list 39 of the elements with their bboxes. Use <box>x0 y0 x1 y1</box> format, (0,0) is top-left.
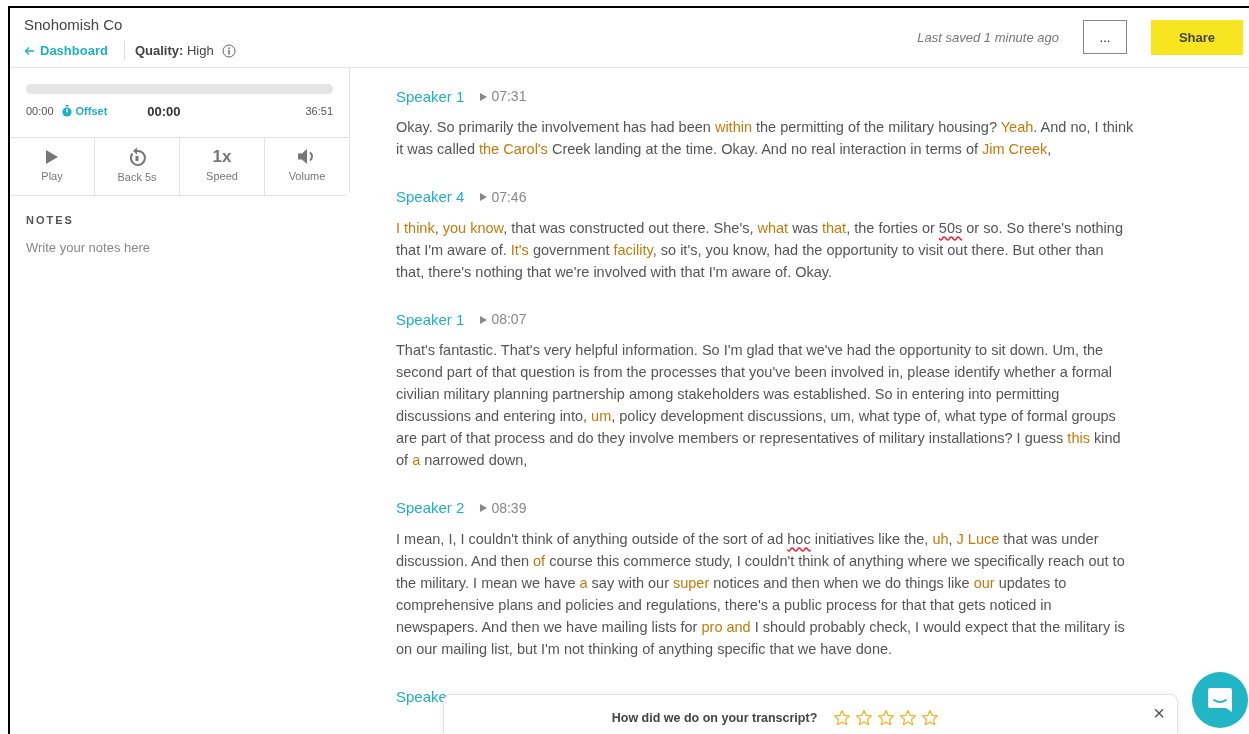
offset-link[interactable]: Offset <box>75 103 108 120</box>
play-icon <box>480 504 488 513</box>
speaker-link[interactable]: Speaker 2 <box>396 497 465 520</box>
dashboard-link[interactable]: Dashboard <box>24 40 116 61</box>
speaker-link[interactable]: Speake <box>396 685 447 708</box>
start-time: 00:00 <box>26 104 54 119</box>
star-rating[interactable] <box>833 709 940 727</box>
play-icon <box>480 315 488 324</box>
last-saved-text: Last saved 1 minute ago <box>917 28 1059 47</box>
stopwatch-icon <box>61 105 72 118</box>
chat-button[interactable] <box>1192 672 1248 728</box>
transcript-paragraph: I think, you know, that was constructed out there. She's, what was that, the forties or 50s or so. So there's nothing that I'm aware of. It's government facility, so it's, you know, had the opportunity to visit out there. But other than that, there's nothing that we're involved with that I'm aware of. Okay. <box>396 218 1124 282</box>
quality-label: Quality: High <box>123 40 214 61</box>
timestamp-link[interactable]: 08:07 <box>480 309 527 331</box>
timestamp-link[interactable]: 07:31 <box>480 86 527 108</box>
play-icon <box>480 193 488 202</box>
info-icon[interactable] <box>221 43 236 58</box>
chat-icon <box>1207 686 1233 714</box>
speaker-link[interactable]: Speaker 1 <box>396 85 465 108</box>
transcript-paragraph: I mean, I, I couldn't think of anything outside of the sort of ad hoc initiatives like the, uh, J Luce that was under discussion. And then of course this commerce study, I couldn't think of anything where we specifically reach out to the military. I mean we have a say with our super notices and then when we do things like our updates to comprehensive plans and policies and regulations, there's a public process for that that gets noticed in newspapers. And then we have mailing lists for pro and I should probably check, I would expect that the military is on our mailing list, but I'm not thinking of anything specific that we have done. <box>396 529 1126 659</box>
back-arrow-icon <box>24 46 35 57</box>
speaker-link[interactable]: Speaker 4 <box>396 186 465 209</box>
close-button[interactable]: × <box>1153 703 1165 723</box>
timestamp-link[interactable]: 07:46 <box>480 186 527 208</box>
transcript-paragraph: That's fantastic. That's very helpful information. So I'm glad that we've had the opportunity to sit down. Um, the second part of that question is from the processes that you've been involved in, please identify whether a formal civilian military planning partnership among stakeholders was established. So in entering into permitting discussions and entering into, um, policy development discussions, um, what type of, what type of formal groups are part of that process and do they involve members or representatives of military installations? I guess this kind of a narrowed down, <box>396 341 1122 470</box>
end-time: 36:51 <box>305 104 333 119</box>
share-button[interactable]: Share <box>1151 19 1243 55</box>
rewind-icon <box>128 147 146 167</box>
document-title: Snohomish Co <box>24 15 124 36</box>
progress-track[interactable] <box>26 83 333 94</box>
play-icon <box>45 148 59 165</box>
speaker-link[interactable]: Speaker 1 <box>396 308 465 331</box>
feedback-question: How did we do on your transcript? <box>611 709 818 727</box>
transcript-paragraph: Okay. So primarily the involvement has had been within the permitting of the military housing? Yeah. And no, I think it was called the Carol's Creek landing at the time. Okay. And no real interaction in terms of Jim Creek, <box>396 118 1134 159</box>
more-button[interactable]: ... <box>1083 20 1127 55</box>
current-time: 00:00 <box>147 102 181 121</box>
timestamp-link[interactable]: 08:39 <box>480 497 527 519</box>
notes-heading: NOTES <box>26 213 75 228</box>
play-icon <box>480 92 488 101</box>
